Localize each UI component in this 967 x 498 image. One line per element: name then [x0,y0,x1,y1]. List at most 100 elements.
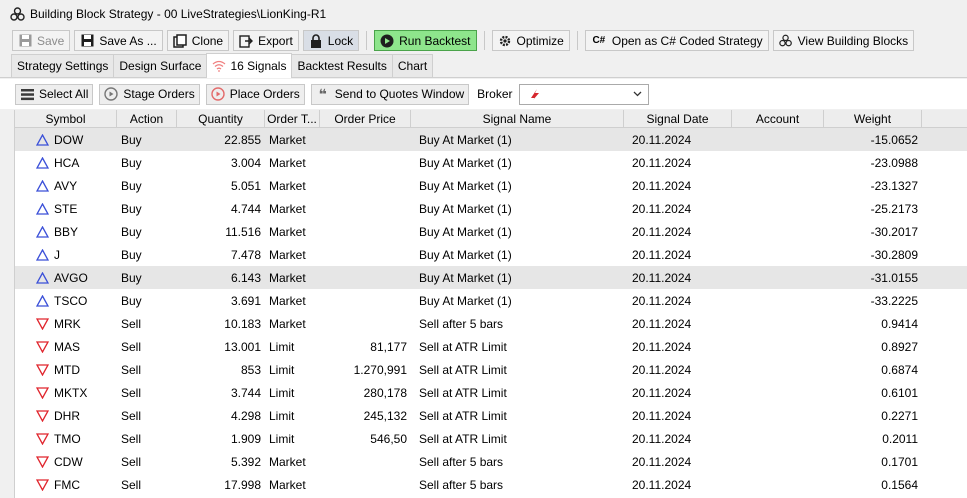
col-signal-name-cell: Sell at ATR Limit [419,339,507,354]
tab-signals[interactable]: 16 Signals [206,53,293,78]
lock-icon [309,33,323,48]
tab-strategy-settings[interactable]: Strategy Settings [11,54,115,77]
col-quantity-cell: 13.001 [224,339,261,354]
col-action-cell: Buy [121,132,142,147]
save-button[interactable]: Save [12,30,71,51]
save-as-label: Save As ... [99,33,157,48]
export-label: Export [258,33,293,48]
col-symbol-cell: FMC [15,478,117,492]
col-symbol-header[interactable]: Symbol [15,110,117,127]
col-order-type-cell: Market [269,477,306,492]
table-row[interactable]: MRK Sell 10.183 Market Sell after 5 bars 20.1… [15,312,967,335]
col-order-type-cell: Limit [269,362,295,377]
symbol-text: CDW [54,454,83,469]
table-row[interactable]: DHR Sell 4.298 Limit 245,132 Sell at ATR Limi… [15,404,967,427]
col-signal-date-cell: 20.11.2024 [632,155,692,170]
tab-chart[interactable]: Chart [391,54,434,77]
col-weight-header[interactable]: Weight [824,110,922,127]
buy-triangle-up-icon [36,179,49,192]
col-signal-name-cell: Buy At Market (1) [419,155,512,170]
col-signal-date-header[interactable]: Signal Date [624,110,732,127]
quote-icon: ❝ [318,85,327,102]
col-account-header[interactable]: Account [732,110,824,127]
send-to-quotes-label: Send to Quotes Window [334,87,465,101]
stage-orders-button[interactable]: Stage Orders [99,83,200,105]
col-quantity-header[interactable]: Quantity [177,110,265,127]
optimize-button[interactable]: Optimize [491,30,570,51]
col-action-cell: Sell [121,316,142,331]
col-order-type-cell: Limit [269,408,295,423]
send-to-quotes-button[interactable]: ❝ Send to Quotes Window [310,83,470,105]
col-weight-cell: 0.6874 [881,362,918,377]
col-signal-date-cell: 20.11.2024 [632,316,692,331]
table-row[interactable]: J Buy 7.478 Market Buy At Market (1) 20.11.20… [15,243,967,266]
symbol-text: TMO [54,431,81,446]
stage-orders-label: Stage Orders [123,87,195,101]
col-order-type-header[interactable]: Order T... [265,110,320,127]
table-row[interactable]: AVGO Buy 6.143 Market Buy At Market (1) 20.11… [15,266,967,289]
col-signal-name-cell: Buy At Market (1) [419,201,512,216]
play-icon [380,34,394,48]
tab-backtest-results[interactable]: Backtest Results [291,54,393,77]
col-order-price-cell: 81,177 [370,339,407,354]
col-weight-cell: -23.1327 [870,178,918,193]
col-weight-cell: 0.8927 [881,339,918,354]
col-action-cell: Buy [121,224,142,239]
table-row[interactable]: DOW Buy 22.855 Market Buy At Market (1) 20.11… [15,128,967,151]
symbol-text: J [54,247,60,262]
clone-button[interactable]: Clone [166,30,230,51]
buy-triangle-up-icon [36,271,49,284]
col-order-price-cell: 245,132 [363,408,407,423]
table-row[interactable]: CDW Sell 5.392 Market Sell after 5 bars 20.11… [15,450,967,473]
open-csharp-button[interactable]: C# Open as C# Coded Strategy [584,30,769,51]
col-weight-cell: -15.0652 [870,132,918,147]
col-order-type-cell: Limit [269,385,295,400]
col-signal-date-cell: 20.11.2024 [632,408,692,423]
place-orders-button[interactable]: Place Orders [205,83,305,105]
table-row[interactable]: AVY Buy 5.051 Market Buy At Market (1) 20.11.… [15,174,967,197]
col-signal-date-cell: 20.11.2024 [632,385,692,400]
col-symbol-cell: TSCO [15,294,117,308]
list-icon [20,87,34,101]
table-row[interactable]: MAS Sell 13.001 Limit 81,177 Sell at ATR Limi… [15,335,967,358]
symbol-text: TSCO [54,293,88,308]
col-signal-name-cell: Buy At Market (1) [419,247,512,262]
view-building-blocks-button[interactable]: View Building Blocks [772,30,915,51]
symbol-text: MKTX [54,385,88,400]
table-row[interactable]: TMO Sell 1.909 Limit 546,50 Sell at ATR Limit… [15,427,967,450]
col-quantity-cell: 3.004 [230,155,261,170]
lock-button[interactable]: Lock [302,30,360,51]
col-signal-date-cell: 20.11.2024 [632,477,692,492]
save-as-button[interactable]: Save As ... [74,30,163,51]
csharp-icon: C# [592,35,606,46]
col-signal-name-cell: Sell at ATR Limit [419,362,507,377]
table-row[interactable]: TSCO Buy 3.691 Market Buy At Market (1) 20.11… [15,289,967,312]
symbol-text: MTD [54,362,80,377]
broker-select[interactable] [518,83,649,105]
col-weight-cell: 0.2011 [882,431,918,446]
table-row[interactable]: BBY Buy 11.516 Market Buy At Market (1) 20.11… [15,220,967,243]
col-order-price-header[interactable]: Order Price [320,110,411,127]
col-action-cell: Buy [121,270,142,285]
run-backtest-button[interactable]: Run Backtest [374,30,477,51]
col-action-cell: Sell [121,362,142,377]
tab-design-surface[interactable]: Design Surface [113,54,208,77]
signals-action-bar: Select All Stage Orders Place Orders ❝ S… [0,79,967,109]
symbol-text: DHR [54,408,80,423]
col-signal-name-cell: Buy At Market (1) [419,293,512,308]
table-row[interactable]: STE Buy 4.744 Market Buy At Market (1) 20.11.… [15,197,967,220]
table-row[interactable]: FMC Sell 17.998 Market Sell after 5 bars 20.1… [15,473,967,496]
col-symbol-cell: J [15,248,117,262]
col-action-header[interactable]: Action [117,110,177,127]
col-weight-cell: -30.2017 [870,224,918,239]
export-button[interactable]: Export [233,30,299,51]
col-signal-name-header[interactable]: Signal Name [411,110,624,127]
select-all-button[interactable]: Select All [15,83,94,105]
table-row[interactable]: MTD Sell 853 Limit 1.270,991 Sell at ATR Limi… [15,358,967,381]
grid-body: DOW Buy 22.855 Market Buy At Market (1) 20.11… [15,128,967,496]
table-row[interactable]: MKTX Sell 3.744 Limit 280,178 Sell at ATR Lim… [15,381,967,404]
col-order-type-cell: Market [269,270,306,285]
table-row[interactable]: HCA Buy 3.004 Market Buy At Market (1) 20.11.… [15,151,967,174]
sell-triangle-down-icon [36,317,49,330]
col-signal-date-cell: 20.11.2024 [632,362,692,377]
